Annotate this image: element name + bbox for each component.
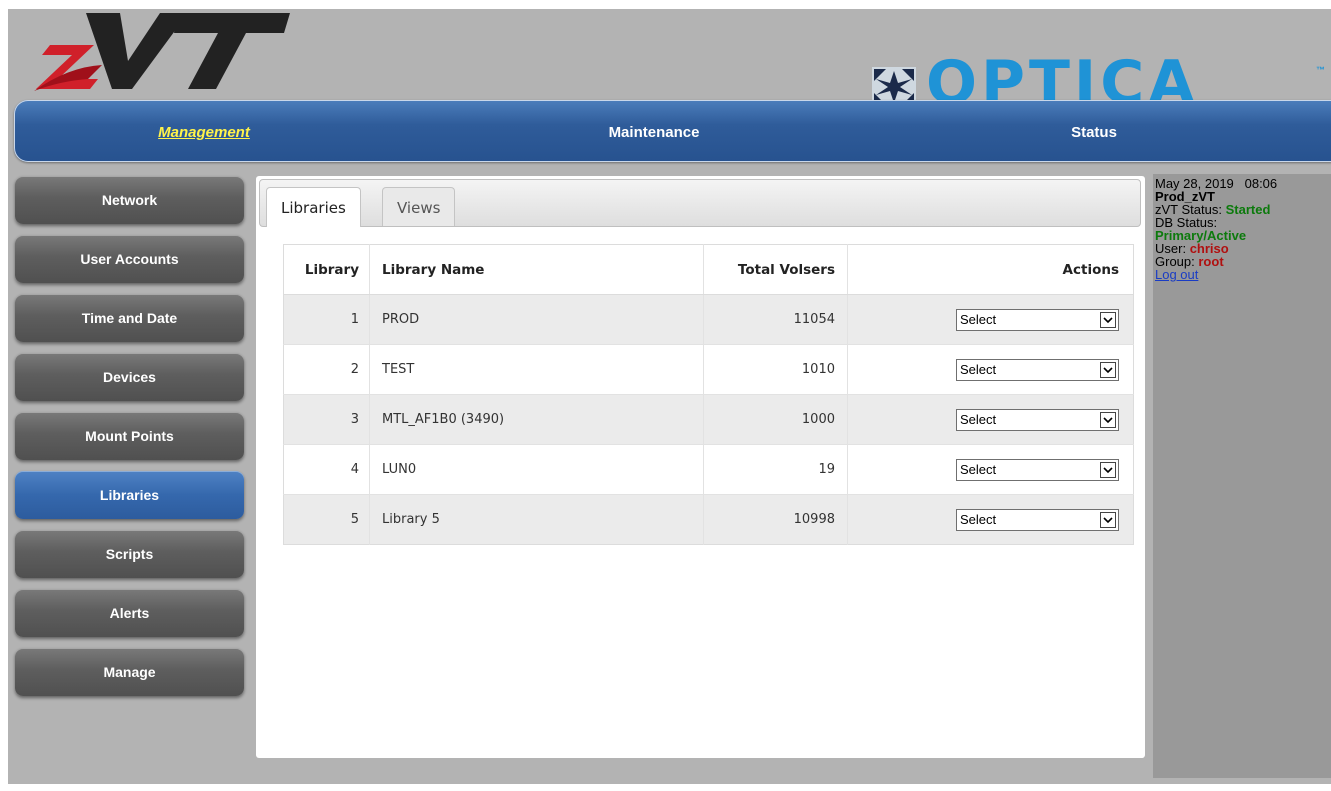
sidebar-item-user-accounts[interactable]: User Accounts — [15, 235, 244, 283]
library-number: 2 — [283, 344, 370, 395]
actions-select-value: Select — [960, 461, 997, 477]
table-row: 2 TEST 1010 Select — [283, 344, 1134, 395]
actions-select-value: Select — [960, 361, 997, 377]
total-volsers: 11054 — [703, 294, 848, 345]
logout-link[interactable]: Log out — [1153, 268, 1331, 281]
library-name: TEST — [369, 344, 704, 395]
library-name: PROD — [369, 294, 704, 345]
total-volsers: 19 — [703, 444, 848, 495]
sidebar-item-manage[interactable]: Manage — [15, 648, 244, 696]
actions-cell: Select — [847, 344, 1134, 395]
trademark-mark: ™ — [1316, 65, 1325, 75]
column-header-actions: Actions — [847, 244, 1134, 295]
actions-select-value: Select — [960, 311, 997, 327]
sidebar-item-devices[interactable]: Devices — [15, 353, 244, 401]
tab-views[interactable]: Views — [382, 187, 456, 226]
actions-select[interactable]: Select — [956, 508, 1119, 531]
nav-maintenance[interactable]: Maintenance — [544, 100, 764, 162]
sidebar-item-scripts[interactable]: Scripts — [15, 530, 244, 578]
zvt-logo — [34, 13, 290, 91]
library-number: 4 — [283, 444, 370, 495]
library-name: LUN0 — [369, 444, 704, 495]
sidebar-item-network[interactable]: Network — [15, 176, 244, 224]
sidebar-item-mount-points[interactable]: Mount Points — [15, 412, 244, 460]
table-row: 1 PROD 11054 Select — [283, 294, 1134, 345]
actions-cell: Select — [847, 494, 1134, 545]
library-name: MTL_AF1B0 (3490) — [369, 394, 704, 445]
table-row: 3 MTL_AF1B0 (3490) 1000 Select — [283, 394, 1134, 445]
column-header-library-name[interactable]: Library Name — [369, 244, 704, 295]
sidebar-item-time-and-date[interactable]: Time and Date — [15, 294, 244, 342]
chevron-down-icon — [1100, 361, 1116, 378]
library-name: Library 5 — [369, 494, 704, 545]
nav-management[interactable]: Management — [104, 100, 304, 162]
group-value: root — [1198, 254, 1224, 269]
library-number: 1 — [283, 294, 370, 345]
actions-cell: Select — [847, 444, 1134, 495]
actions-select[interactable]: Select — [956, 358, 1119, 381]
library-number: 5 — [283, 494, 370, 545]
table-row: 4 LUN0 19 Select — [283, 444, 1134, 495]
main-content: Libraries Views Library Library Name Tot… — [256, 176, 1145, 758]
chevron-down-icon — [1100, 411, 1116, 428]
table-row: 5 Library 5 10998 Select — [283, 494, 1134, 545]
chevron-down-icon — [1100, 311, 1116, 328]
actions-cell: Select — [847, 294, 1134, 345]
total-volsers: 1000 — [703, 394, 848, 445]
zvt-status-value: Started — [1225, 202, 1271, 217]
actions-select[interactable]: Select — [956, 458, 1119, 481]
actions-cell: Select — [847, 394, 1134, 445]
total-volsers: 1010 — [703, 344, 848, 395]
sidebar-item-libraries[interactable]: Libraries — [15, 471, 244, 519]
library-number: 3 — [283, 394, 370, 445]
table-header-row: Library Library Name Total Volsers Actio… — [283, 244, 1134, 295]
actions-select[interactable]: Select — [956, 308, 1119, 331]
tab-bar: Libraries Views — [259, 179, 1141, 227]
nav-status[interactable]: Status — [994, 100, 1194, 162]
tab-libraries[interactable]: Libraries — [266, 187, 361, 227]
actions-select[interactable]: Select — [956, 408, 1119, 431]
actions-select-value: Select — [960, 411, 997, 427]
chevron-down-icon — [1100, 511, 1116, 528]
column-header-library[interactable]: Library — [283, 244, 370, 295]
top-nav: Management Maintenance Status — [14, 100, 1331, 162]
status-panel: May 28, 2019 08:06 Prod_zVT zVT Status: … — [1153, 174, 1331, 778]
actions-select-value: Select — [960, 511, 997, 527]
libraries-table: Library Library Name Total Volsers Actio… — [283, 244, 1134, 545]
total-volsers: 10998 — [703, 494, 848, 545]
column-header-total-volsers[interactable]: Total Volsers — [703, 244, 848, 295]
chevron-down-icon — [1100, 461, 1116, 478]
sidebar-item-alerts[interactable]: Alerts — [15, 589, 244, 637]
